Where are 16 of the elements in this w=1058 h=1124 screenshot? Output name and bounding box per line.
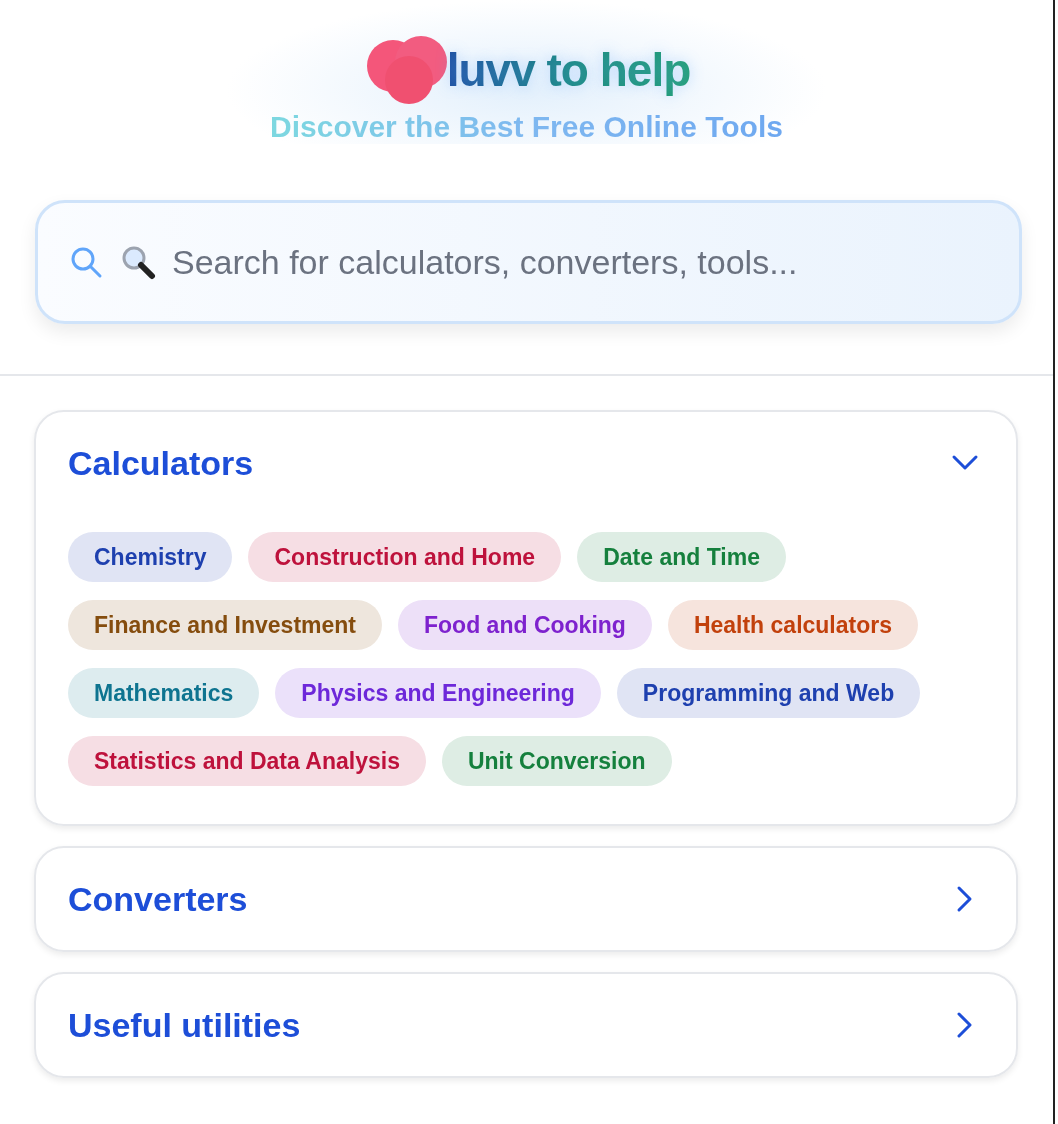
category-chip[interactable]: Unit Conversion bbox=[441, 736, 672, 786]
section-title[interactable]: Converters bbox=[68, 879, 248, 919]
category-chip[interactable]: Construction and Home bbox=[248, 532, 562, 582]
category-chip[interactable]: Statistics and Data Analysis bbox=[68, 736, 426, 786]
category-chip[interactable]: Food and Cooking bbox=[398, 600, 652, 650]
category-chip[interactable]: Physics and Engineering bbox=[275, 668, 601, 718]
magnifier-icon bbox=[120, 244, 156, 280]
section-title[interactable]: Calculators bbox=[68, 443, 254, 483]
category-chip[interactable]: Programming and Web bbox=[616, 668, 921, 718]
category-chip[interactable]: Chemistry bbox=[68, 532, 233, 582]
search-input[interactable]: Search for calculators, converters, tools... bbox=[172, 242, 932, 282]
section-title[interactable]: Useful utilities bbox=[68, 1005, 301, 1045]
category-chip[interactable]: Finance and Investment bbox=[68, 600, 382, 650]
category-chip[interactable]: Health calculators bbox=[667, 600, 918, 650]
category-chip[interactable]: Date and Time bbox=[577, 532, 786, 582]
category-chip[interactable]: Mathematics bbox=[68, 668, 260, 718]
